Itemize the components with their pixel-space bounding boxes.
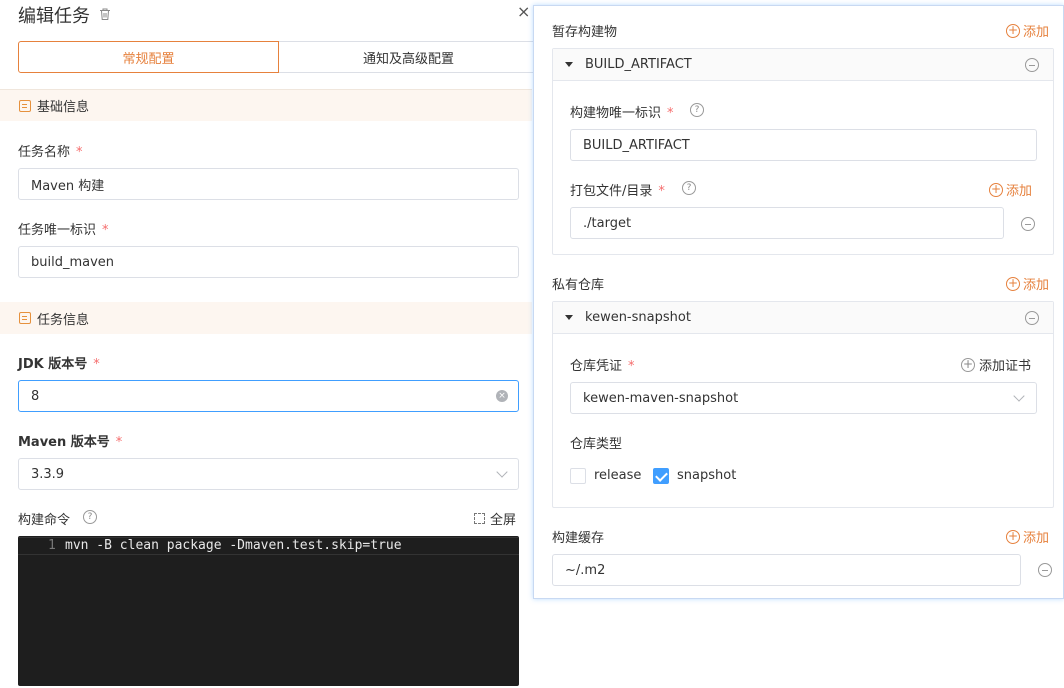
artifact-path-label: 打包文件/目录 * — [570, 184, 665, 199]
fullscreen-label: 全屏 — [490, 513, 517, 528]
tab-advanced-label: 通知及高级配置 — [362, 51, 454, 67]
artifact-path-remove-icon[interactable] — [1021, 217, 1035, 231]
tab-general-label: 常规配置 — [122, 51, 175, 67]
repo-title: 私有仓库 — [552, 278, 605, 293]
tab-advanced[interactable]: 通知及高级配置 — [279, 41, 539, 73]
artifact-remove-icon[interactable] — [1025, 58, 1039, 72]
cache-input[interactable]: ~/.m2 — [552, 554, 1021, 586]
artifact-card-header[interactable]: BUILD_ARTIFACT — [553, 49, 1053, 81]
task-id-label: 任务唯一标识 * — [18, 223, 109, 238]
line-number: 1 — [48, 538, 56, 553]
repo-remove-icon[interactable] — [1025, 311, 1039, 325]
code-line: mvn -B clean package -Dmaven.test.skip=t… — [65, 538, 402, 553]
plus-circle-icon: + — [961, 356, 975, 372]
jdk-input[interactable]: 8 — [18, 380, 519, 412]
section-task-title: 任务信息 — [37, 312, 90, 328]
maven-select[interactable]: 3.3.9 — [18, 458, 519, 490]
trash-icon[interactable] — [99, 8, 111, 20]
repo-card-title: kewen-snapshot — [585, 310, 691, 325]
maven-label: Maven 版本号 * — [18, 435, 123, 450]
plus-circle-icon: + — [989, 181, 1003, 197]
artifacts-add-label: 添加 — [1023, 25, 1050, 40]
tab-general[interactable]: 常规配置 — [18, 41, 279, 73]
artifacts-title: 暂存构建物 — [552, 25, 618, 40]
cache-add-button[interactable]: + 添加 — [1006, 527, 1049, 546]
section-basic-info: 基础信息 — [0, 89, 532, 121]
cache-title: 构建缓存 — [552, 531, 605, 546]
repo-add-button[interactable]: + 添加 — [1006, 274, 1049, 293]
add-cert-button[interactable]: + 添加证书 — [961, 355, 1031, 374]
artifact-path-add-button[interactable]: + 添加 — [989, 180, 1032, 199]
artifact-card-title: BUILD_ARTIFACT — [585, 57, 692, 72]
task-name-input[interactable]: Maven 构建 — [18, 168, 519, 200]
artifact-path-help-icon[interactable]: ? — [682, 181, 696, 195]
task-id-input[interactable]: build_maven — [18, 246, 519, 278]
artifact-id-input[interactable]: BUILD_ARTIFACT — [570, 129, 1037, 161]
help-icon[interactable]: ? — [83, 510, 97, 524]
artifact-card: BUILD_ARTIFACT 构建物唯一标识 * ? BUILD_ARTIFACT… — [552, 48, 1054, 255]
snapshot-label[interactable]: snapshot — [677, 468, 736, 483]
page-title: 编辑任务 — [18, 6, 90, 27]
task-info-icon — [19, 312, 31, 324]
plus-circle-icon: + — [1006, 22, 1020, 38]
fullscreen-button[interactable]: 全屏 — [474, 509, 516, 528]
command-label: 构建命令 — [18, 513, 71, 528]
artifact-path-add-label: 添加 — [1006, 184, 1033, 199]
repo-cred-label: 仓库凭证 * — [570, 359, 635, 374]
plus-circle-icon: + — [1006, 275, 1020, 291]
cache-remove-icon[interactable] — [1038, 563, 1052, 577]
plus-circle-icon: + — [1006, 528, 1020, 544]
clear-icon[interactable]: × — [496, 390, 508, 402]
artifact-id-label: 构建物唯一标识 * — [570, 106, 674, 121]
list-icon — [19, 99, 31, 112]
section-task-info: 任务信息 — [0, 302, 532, 334]
repo-card-header[interactable]: kewen-snapshot — [553, 302, 1053, 334]
add-cert-label: 添加证书 — [979, 359, 1032, 374]
code-editor[interactable]: 1 mvn -B clean package -Dmaven.test.skip… — [18, 536, 519, 686]
artifact-id-help-icon[interactable]: ? — [690, 103, 704, 117]
repo-add-label: 添加 — [1023, 278, 1050, 293]
artifacts-add-button[interactable]: + 添加 — [1006, 21, 1049, 40]
caret-down-icon — [565, 315, 573, 320]
section-basic-title: 基础信息 — [37, 100, 90, 115]
artifact-path-input[interactable]: ./target — [570, 207, 1004, 239]
close-icon[interactable]: × — [517, 2, 530, 21]
release-checkbox[interactable] — [570, 468, 586, 484]
fullscreen-icon — [474, 513, 485, 524]
repo-card: kewen-snapshot 仓库凭证 * + 添加证书 kewen-maven-… — [552, 301, 1054, 508]
cache-add-label: 添加 — [1023, 531, 1050, 546]
jdk-label: JDK 版本号 * — [18, 357, 100, 372]
task-name-label: 任务名称 * — [18, 145, 83, 160]
left-panel: 编辑任务 × 常规配置 通知及高级配置 基础信息 任务名称 * Maven 构建 … — [0, 0, 539, 688]
release-label[interactable]: release — [594, 468, 641, 483]
right-panel: 暂存构建物 + 添加 BUILD_ARTIFACT 构建物唯一标识 * ? BUI… — [533, 5, 1064, 599]
snapshot-checkbox[interactable] — [653, 468, 669, 484]
repo-cred-select[interactable]: kewen-maven-snapshot — [570, 382, 1037, 414]
caret-down-icon — [565, 62, 573, 67]
repo-type-label: 仓库类型 — [570, 437, 623, 452]
